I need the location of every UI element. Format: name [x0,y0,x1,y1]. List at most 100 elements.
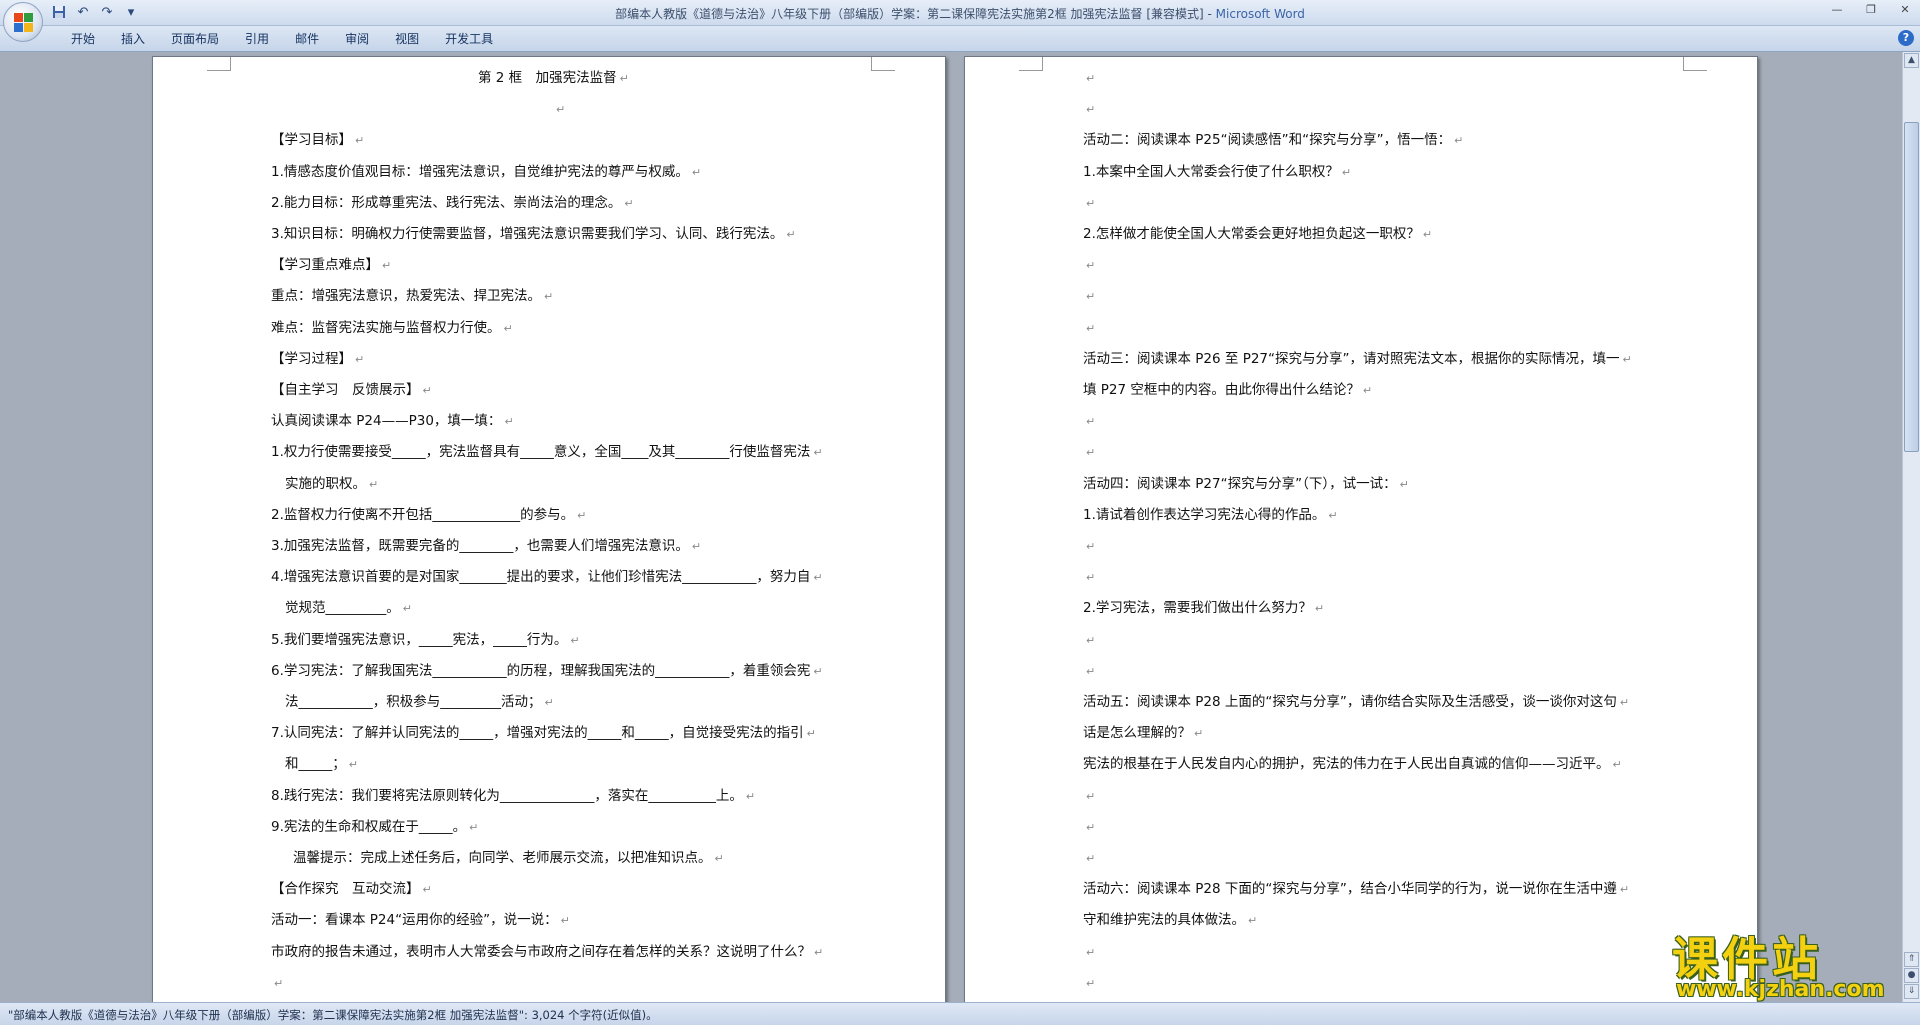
paragraph-line: 1.请试着创作表达学习宪法心得的作品。 ↵ [1083,506,1338,525]
paragraph-mark-icon: ↵ [1086,415,1096,429]
paragraph-line: 2.怎样做才能使全国人大常委会更好地担负起这一职权？ ↵ [1083,225,1432,244]
ribbon-tab[interactable]: 审阅 [332,30,382,48]
title-bar: ↶ ↷ ▾ 部编本人教版《道德与法治》八年级下册（部编版）学案：第二课保障宪法实… [0,0,1920,26]
paragraph-text: 重点：增强宪法意识，热爱宪法、捍卫宪法。 [271,288,541,305]
paragraph-mark-icon: ↵ [1086,789,1096,803]
paragraph-mark-icon: ↵ [814,945,824,959]
paragraph-line: 3.加强宪法监督，既需要完备的________，也需要人们增强宪法意识。 ↵ [271,537,701,556]
paragraph-mark-icon: ↵ [1086,664,1096,678]
paragraph-text: 难点：监督宪法实施与监督权力行使。 [271,319,501,336]
paragraph-line: ↵ [1083,631,1095,650]
vertical-scrollbar[interactable]: ▲ ⇑ ● ⇓ [1902,52,1920,1002]
paragraph-text: 2.监督权力行使离不开包括_____________的参与。 [271,506,575,523]
paragraph-mark-icon: ↵ [786,228,796,241]
restore-icon[interactable]: ❐ [1860,2,1882,18]
document-page-right[interactable]: ↵ ↵ 活动二：阅读课本 P25“阅读感悟”和“探究与分享”，悟一悟： ↵ 1.本案中全… [964,56,1758,1002]
paragraph-line: 1.情感态度价值观目标：增强宪法意识，自觉维护宪法的尊严与权威。 ↵ [271,163,701,182]
paragraph-line: 温馨提示：完成上述任务后，向同学、老师展示交流，以把准知识点。 ↵ [293,849,724,868]
previous-page-icon[interactable]: ⇑ [1904,952,1919,967]
ribbon-tab[interactable]: 引用 [232,30,282,48]
crop-mark [207,57,231,71]
paragraph-mark-icon: ↵ [1194,727,1204,741]
paragraph-mark-icon: ↵ [355,134,365,148]
paragraph-line: 活动三：阅读课本 P26 至 P27“探究与分享”，请对照宪法文本，根据你的实际… [1083,350,1632,369]
document-page-left[interactable]: 第 2 框 加强宪法监督 ↵ ↵ 【学习目标】 ↵ 1.情感态度价值观目标：增强宪法意识，… [152,56,946,1002]
paragraph-mark-icon: ↵ [1248,914,1258,928]
paragraph-mark-icon: ↵ [1454,134,1464,148]
paragraph-text: 觉规范_________。 [285,600,400,617]
paragraph-text: 活动六：阅读课本 P28 下面的“探究与分享”，结合小华同学的行为，说一说你在生… [1083,881,1617,898]
office-button[interactable] [3,2,43,42]
paragraph-line: 9.宪法的生命和权威在于_____。 ↵ [271,818,478,837]
paragraph-line: 【学习重点难点】 ↵ [271,256,391,275]
paragraph-text: 守和维护宪法的具体做法。 [1083,912,1245,929]
office-logo-green [23,12,33,22]
help-icon[interactable]: ? [1898,30,1914,46]
paragraph-text: 3.知识目标：明确权力行使需要监督，增强宪法意识需要我们学习、认同、践行宪法。 [271,226,784,242]
ribbon-tab[interactable]: 视图 [382,30,432,48]
paragraph-line: 2.能力目标：形成尊重宪法、践行宪法、崇尚法治的理念。 ↵ [271,194,634,213]
paragraph-text: 活动二：阅读课本 P25“阅读感悟”和“探究与分享”，悟一悟： [1083,132,1452,149]
browse-object-icon[interactable]: ● [1904,968,1919,983]
paragraph-line: 认真阅读课本 P24——P30，填一填： ↵ [271,412,514,431]
paragraph-line: 市政府的报告未通过，表明市人大常委会与市政府之间存在着怎样的关系？这说明了什么？… [271,943,823,962]
paragraph-line: 5.我们要增强宪法意识，_____宪法，_____行为。 ↵ [271,631,580,650]
paragraph-mark-icon: ↵ [504,415,514,429]
paragraph-mark-icon: ↵ [1086,259,1096,273]
paragraph-line: 活动四：阅读课本 P27“探究与分享”（下），试一试： ↵ [1083,475,1409,494]
paragraph-text: 【自主学习 反馈展示】 [271,382,420,398]
paragraph-line: ↵ [1083,319,1095,338]
ribbon-tab[interactable]: 邮件 [282,30,332,48]
ribbon-tab[interactable]: 开发工具 [432,30,506,48]
paragraph-line: 话是怎么理解的？ ↵ [1083,724,1203,743]
paragraph-line: 2.学习宪法，需要我们做出什么努力？ ↵ [1083,599,1324,618]
document-area[interactable]: 第 2 框 加强宪法监督 ↵ ↵ 【学习目标】 ↵ 1.情感态度价值观目标：增强宪法意识，… [0,52,1902,1002]
paragraph-line: ↵ [271,974,283,993]
ribbon-tab[interactable]: 开始 [58,30,108,48]
crop-mark [1019,57,1043,71]
paragraph-mark-icon: ↵ [1314,602,1325,616]
paragraph-line: ↵ [1083,943,1095,962]
paragraph-line: ↵ [1083,443,1095,462]
paragraph-text: 活动五：阅读课本 P28 上面的“探究与分享”，请你结合实际及生活感受，谈一谈你… [1083,694,1617,710]
paragraph-text: 填 P27 空框中的内容。由此你得出什么结论？ [1083,382,1360,398]
paragraph-mark-icon: ↵ [745,789,756,803]
paragraph-mark-icon: ↵ [691,540,702,553]
close-icon[interactable]: ✕ [1894,2,1916,18]
scrollbar-thumb[interactable] [1904,122,1919,452]
ribbon-tabs: 开始 插入 页面布局 引用 邮件 审阅 视图 开发工具 [58,30,506,48]
paragraph-mark-icon: ↵ [544,696,554,709]
paragraph-line: 守和维护宪法的具体做法。 ↵ [1083,911,1257,930]
paragraph-text: 1.权力行使需要接受_____，宪法监督具有_____意义，全国____及其__… [271,444,811,461]
office-logo-icon [13,12,33,32]
paragraph-line: ↵ [1083,100,1095,119]
paragraph-mark-icon: ↵ [1086,290,1096,304]
paragraph-text: 活动四：阅读课本 P27“探究与分享”（下），试一试： [1083,475,1397,492]
paragraph-line: ↵ [1083,256,1095,275]
paragraph-line: ↵ [1083,974,1095,993]
paragraph-mark-icon: ↵ [1086,103,1096,117]
ribbon-tab[interactable]: 插入 [108,30,158,48]
paragraph-mark-icon: ↵ [1086,852,1096,865]
paragraph-text: 1.请试着创作表达学习宪法心得的作品。 [1083,506,1326,523]
paragraph-mark-icon: ↵ [813,571,823,585]
paragraph-mark-icon: ↵ [813,446,823,460]
paragraph-line: 1.权力行使需要接受_____，宪法监督具有_____意义，全国____及其__… [271,443,823,462]
paragraph-line: ↵ [1083,194,1095,213]
scroll-up-icon[interactable]: ▲ [1904,53,1919,68]
minimize-icon[interactable]: — [1826,2,1848,18]
paragraph-line: ↵ [1083,818,1095,837]
office-logo-blue [13,22,23,32]
paragraph-mark-icon: ↵ [1619,696,1630,709]
paragraph-line: 【学习目标】 ↵ [271,131,364,150]
paragraph-mark-icon: ↵ [355,352,365,366]
paragraph-line: 第 2 框 加强宪法监督 ↵ [478,69,629,88]
paragraph-mark-icon: ↵ [382,259,392,273]
paragraph-text: 6.学习宪法：了解我国宪法___________的历程，理解我国宪法的_____… [271,662,811,679]
paragraph-mark-icon: ↵ [1086,820,1096,834]
paragraph-mark-icon: ↵ [560,914,570,928]
paragraph-mark-icon: ↵ [1086,540,1096,553]
paragraph-line: 和_____； ↵ [285,755,358,774]
ribbon-tab[interactable]: 页面布局 [158,30,232,48]
next-page-icon[interactable]: ⇓ [1904,984,1919,999]
